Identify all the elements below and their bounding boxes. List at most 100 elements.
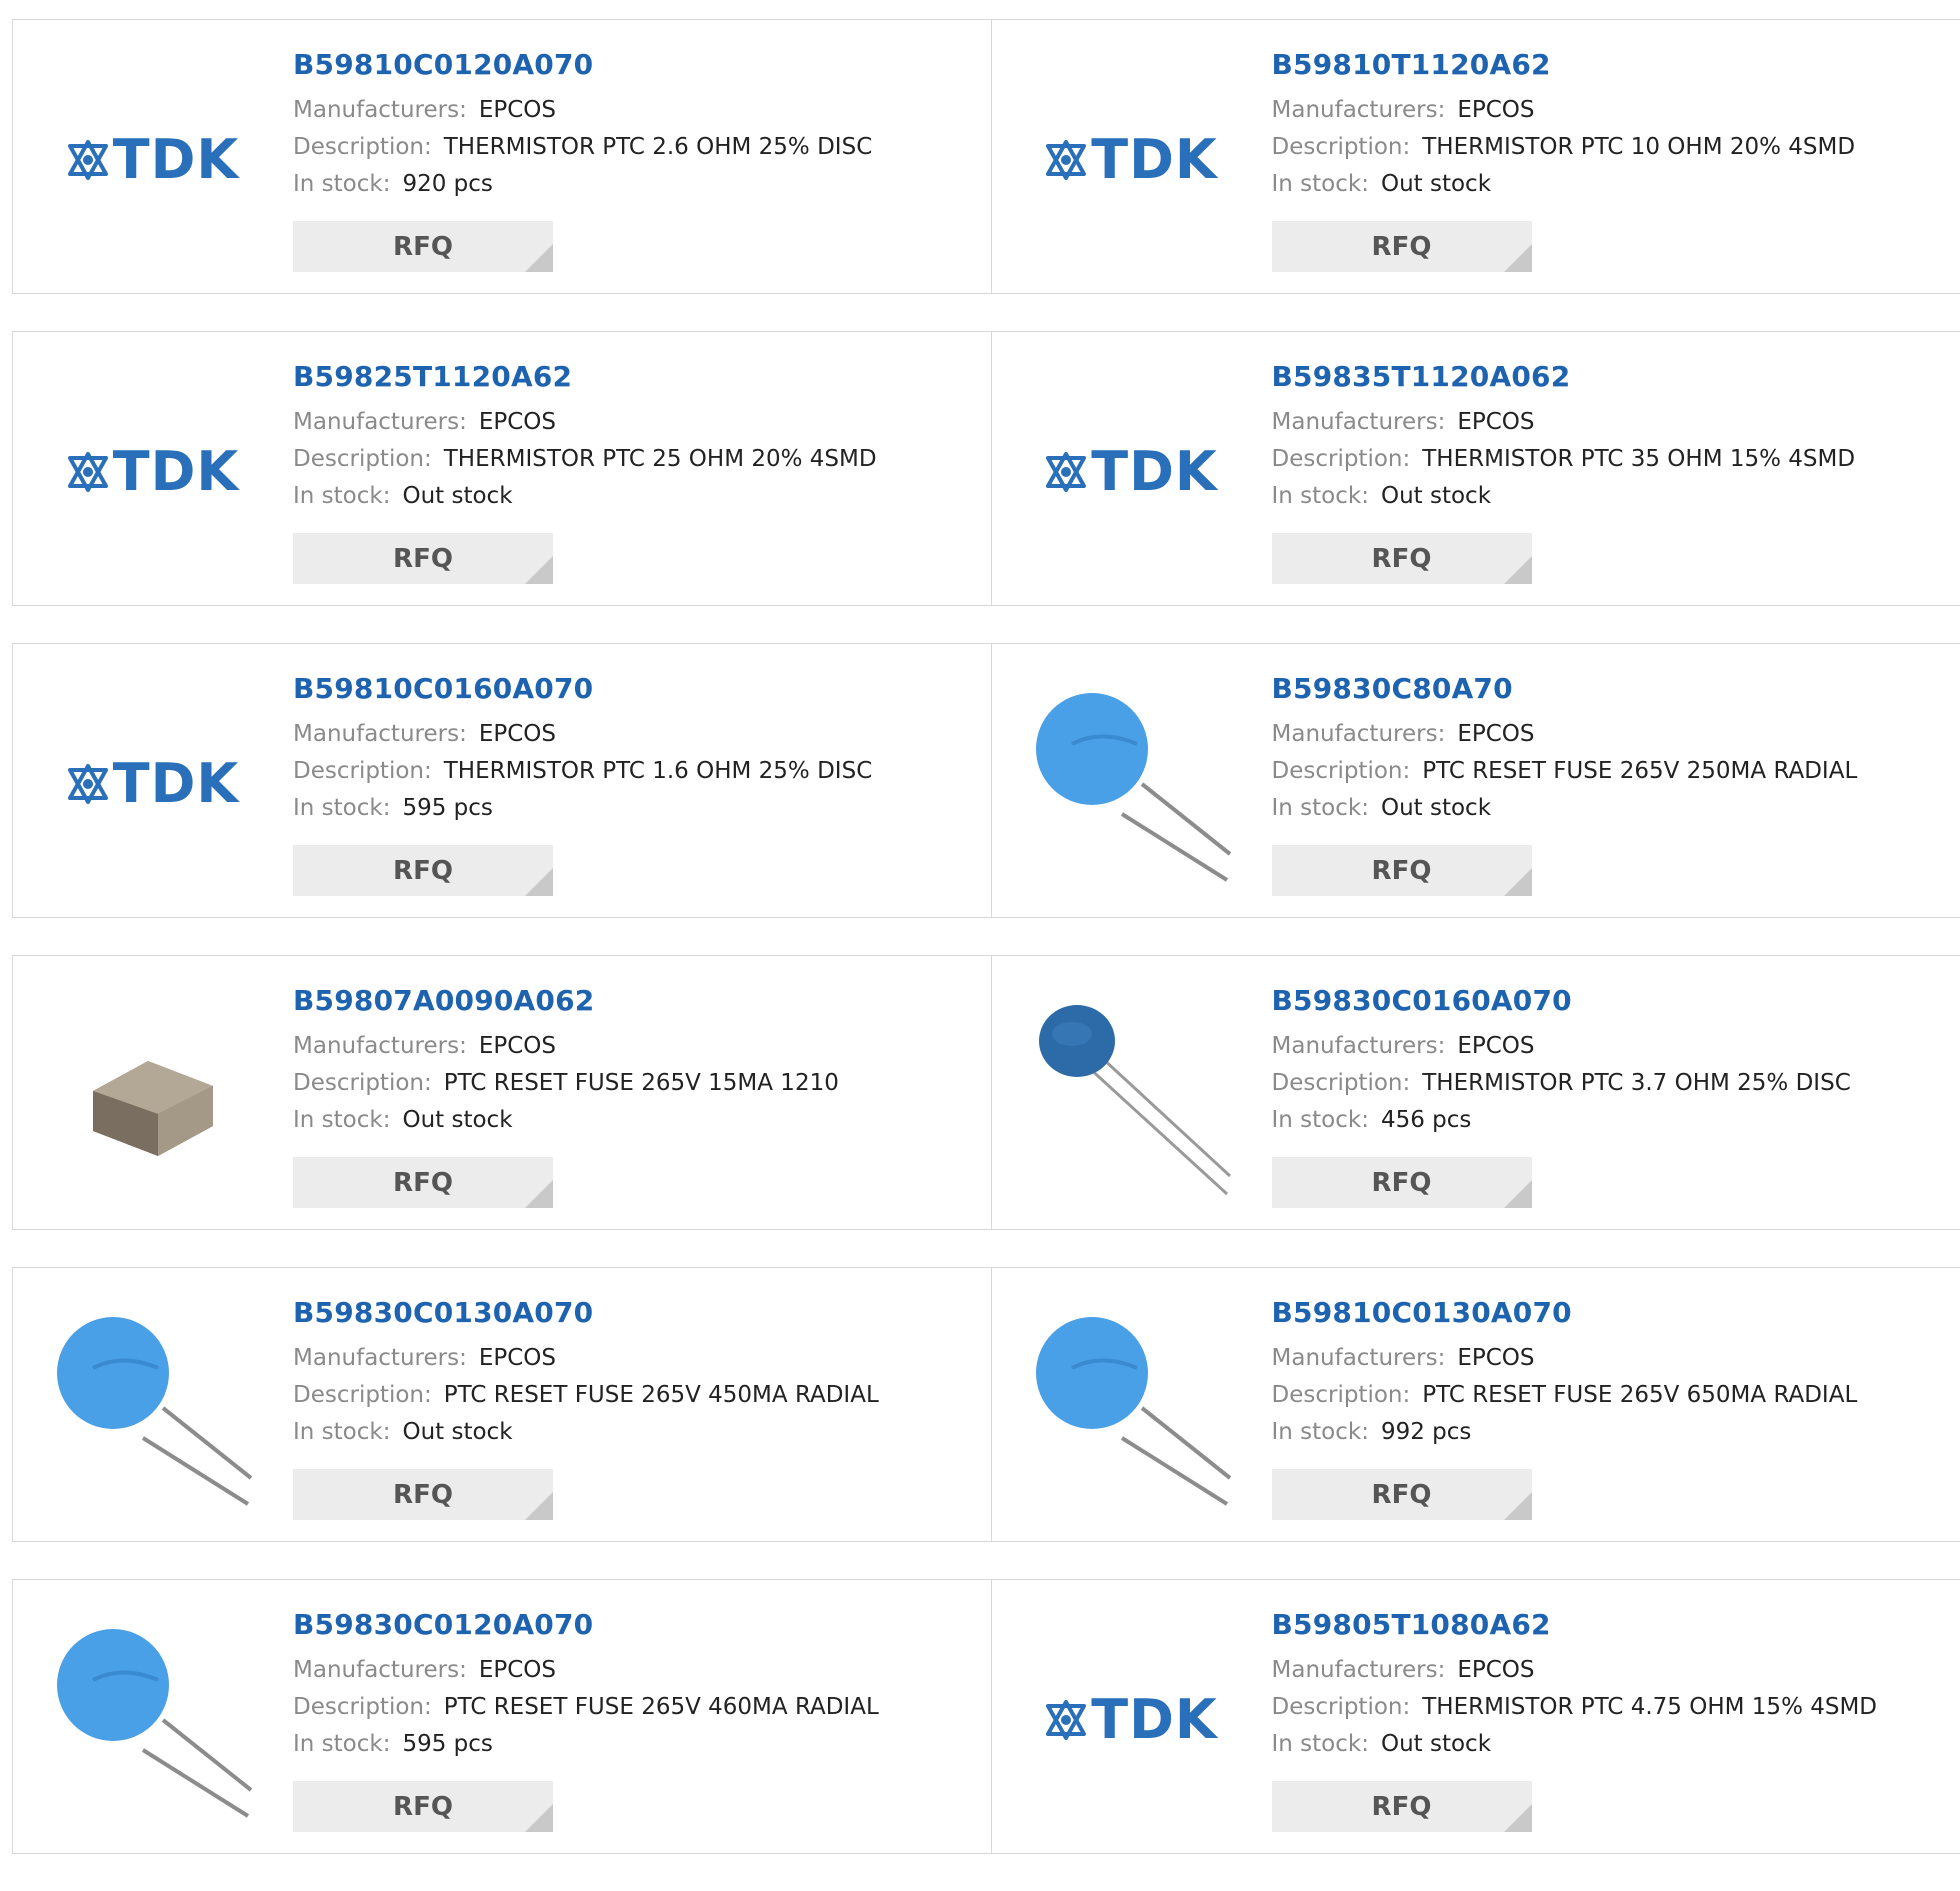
part-number-link[interactable]: B59805T1080A62	[1272, 1608, 1878, 1642]
manufacturers-label: Manufacturers:	[293, 409, 467, 435]
description-line: Description:THERMISTOR PTC 4.75 OHM 15% …	[1272, 1689, 1878, 1726]
rfq-button[interactable]: RFQ	[293, 1157, 553, 1208]
part-number-link[interactable]: B59825T1120A62	[293, 360, 877, 394]
manufacturer-value: EPCOS	[1457, 1033, 1534, 1059]
description-line: Description:THERMISTOR PTC 10 OHM 20% 4S…	[1272, 129, 1856, 166]
product-image[interactable]: TDK	[53, 372, 253, 572]
product-image[interactable]: TDK	[1032, 60, 1232, 260]
tdk-logo-text: TDK	[113, 445, 240, 499]
product-card: TDK B59835T1120A062 Manufacturers:EPCOS …	[991, 332, 1960, 605]
part-number-link[interactable]: B59830C80A70	[1272, 672, 1858, 706]
product-image[interactable]	[53, 1308, 253, 1508]
part-number-link[interactable]: B59810C0120A070	[293, 48, 872, 82]
description-value: PTC RESET FUSE 265V 250MA RADIAL	[1422, 758, 1857, 784]
manufacturer-line: Manufacturers:EPCOS	[293, 716, 872, 753]
product-info: B59830C0120A070 Manufacturers:EPCOS Desc…	[293, 1608, 879, 1763]
tdk-logo-text: TDK	[113, 133, 240, 187]
in-stock-label: In stock:	[293, 1419, 390, 1445]
tdk-logo: TDK	[67, 757, 240, 811]
rfq-button[interactable]: RFQ	[293, 845, 553, 896]
rfq-button[interactable]: RFQ	[1272, 221, 1532, 272]
manufacturer-line: Manufacturers: EPCOS	[293, 1340, 879, 1377]
in-stock-label: In stock:	[1272, 483, 1369, 509]
product-row: TDK B59825T1120A62 Manufacturers:EPCOS D…	[12, 331, 1960, 606]
manufacturer-value: EPCOS	[479, 97, 556, 123]
product-card: TDK B59810C0120A070 Manufacturers:EPCOS …	[13, 20, 991, 293]
in-stock-label: In stock:	[293, 1107, 390, 1133]
manufacturer-line: Manufacturers: EPCOS	[293, 1652, 879, 1689]
manufacturers-label: Manufacturers:	[293, 1345, 467, 1371]
part-number-link[interactable]: B59830C0120A070	[293, 1608, 879, 1642]
manufacturers-label: Manufacturers:	[293, 721, 467, 747]
description-label: Description:	[1272, 1382, 1411, 1408]
product-card: TDK B59810T1120A62 Manufacturers:EPCOS D…	[991, 20, 1960, 293]
rfq-button[interactable]: RFQ	[1272, 1469, 1532, 1520]
thermistor-disc-icon	[1032, 684, 1232, 884]
rfq-button[interactable]: RFQ	[1272, 1781, 1532, 1832]
stock-line: In stock:595 pcs	[293, 790, 872, 827]
product-image[interactable]: TDK	[53, 60, 253, 260]
rfq-button[interactable]: RFQ	[293, 1469, 553, 1520]
product-card: B59810C0130A070 Manufacturers:EPCOS Desc…	[991, 1268, 1960, 1541]
description-value: PTC RESET FUSE 265V 450MA RADIAL	[444, 1382, 879, 1408]
tdk-emblem-icon	[67, 451, 109, 493]
tdk-logo: TDK	[1045, 1693, 1218, 1747]
product-image[interactable]: TDK	[1032, 1620, 1232, 1820]
product-row: TDK B59810C0120A070 Manufacturers:EPCOS …	[12, 19, 1960, 294]
product-image[interactable]	[1032, 684, 1232, 884]
part-number-link[interactable]: B59810C0160A070	[293, 672, 872, 706]
manufacturer-value: EPCOS	[1457, 97, 1534, 123]
part-number-link[interactable]: B59807A0090A062	[293, 984, 839, 1018]
product-row: B59830C0130A070 Manufacturers: EPCOS Desc…	[12, 1267, 1960, 1542]
product-image[interactable]	[53, 996, 253, 1196]
part-number-link[interactable]: B59810C0130A070	[1272, 1296, 1858, 1330]
stock-line: In stock:Out stock	[293, 1102, 839, 1139]
description-label: Description:	[293, 758, 432, 784]
tdk-emblem-icon	[1045, 451, 1087, 493]
stock-value: Out stock	[1381, 795, 1491, 821]
product-info: B59830C0160A070 Manufacturers:EPCOS Desc…	[1272, 984, 1851, 1139]
stock-line: In stock:Out stock	[1272, 166, 1856, 203]
product-image[interactable]: TDK	[1032, 372, 1232, 572]
part-number-link[interactable]: B59835T1120A062	[1272, 360, 1856, 394]
stock-value: Out stock	[402, 483, 512, 509]
rfq-button[interactable]: RFQ	[1272, 1157, 1532, 1208]
description-value: THERMISTOR PTC 3.7 OHM 25% DISC	[1422, 1070, 1851, 1096]
manufacturers-label: Manufacturers:	[293, 1657, 467, 1683]
manufacturer-value: EPCOS	[479, 1345, 556, 1371]
description-label: Description:	[293, 1070, 432, 1096]
product-image[interactable]: TDK	[53, 684, 253, 884]
product-info: B59807A0090A062 Manufacturers:EPCOS Desc…	[293, 984, 839, 1139]
rfq-button[interactable]: RFQ	[293, 1781, 553, 1832]
thermistor-disc-icon	[53, 1620, 253, 1820]
in-stock-label: In stock:	[1272, 171, 1369, 197]
product-info: B59805T1080A62 Manufacturers:EPCOS Descr…	[1272, 1608, 1878, 1763]
rfq-button[interactable]: RFQ	[1272, 533, 1532, 584]
in-stock-label: In stock:	[1272, 795, 1369, 821]
thermistor-disc-icon	[1032, 1308, 1232, 1508]
rfq-button[interactable]: RFQ	[1272, 845, 1532, 896]
rfq-button[interactable]: RFQ	[293, 533, 553, 584]
part-number-link[interactable]: B59830C0160A070	[1272, 984, 1851, 1018]
manufacturer-line: Manufacturers: EPCOS	[293, 92, 872, 129]
manufacturer-value: EPCOS	[1457, 409, 1534, 435]
product-row: B59830C0120A070 Manufacturers: EPCOS Desc…	[12, 1579, 1960, 1854]
part-number-link[interactable]: B59810T1120A62	[1272, 48, 1856, 82]
product-image[interactable]	[1032, 996, 1232, 1196]
manufacturers-label: Manufacturers:	[293, 97, 467, 123]
part-number-link[interactable]: B59830C0130A070	[293, 1296, 879, 1330]
product-image[interactable]	[53, 1620, 253, 1820]
description-line: Description:THERMISTOR PTC 3.7 OHM 25% D…	[1272, 1065, 1851, 1102]
stock-value: 920 pcs	[402, 171, 492, 197]
manufacturer-value: EPCOS	[479, 1657, 556, 1683]
rfq-button[interactable]: RFQ	[293, 221, 553, 272]
description-label: Description:	[293, 134, 432, 160]
product-card: TDK B59825T1120A62 Manufacturers:EPCOS D…	[13, 332, 991, 605]
description-label: Description:	[1272, 758, 1411, 784]
tdk-logo: TDK	[67, 133, 240, 187]
product-info: B59825T1120A62 Manufacturers:EPCOS Descr…	[293, 360, 877, 515]
product-image[interactable]	[1032, 1308, 1232, 1508]
in-stock-label: In stock:	[1272, 1107, 1369, 1133]
product-card: TDK B59805T1080A62 Manufacturers:EPCOS D…	[991, 1580, 1960, 1853]
tdk-logo-text: TDK	[113, 757, 240, 811]
